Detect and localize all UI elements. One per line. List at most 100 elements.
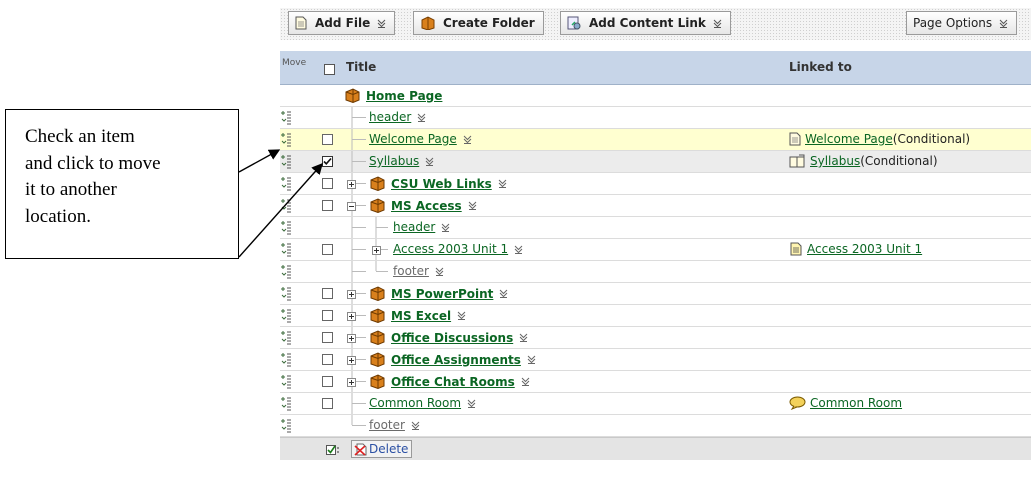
- link-icon: [567, 16, 581, 30]
- chevron-down-icon[interactable]: [514, 245, 523, 254]
- delete-button[interactable]: Delete: [351, 440, 413, 458]
- toolbar: Add File Create Folder Add Content Link …: [280, 8, 1031, 40]
- folder-icon: [369, 198, 386, 213]
- linked-item-link[interactable]: Access 2003 Unit 1: [807, 242, 922, 256]
- row-title-cell: header: [369, 110, 426, 124]
- chevron-down-icon[interactable]: [441, 223, 450, 232]
- row-title-link[interactable]: Common Room: [369, 396, 461, 410]
- callout-line: and click to move: [25, 152, 161, 174]
- page-icon: [789, 132, 801, 146]
- folder-row: MS Access: [280, 195, 1031, 217]
- row-title-link[interactable]: MS Access: [391, 199, 462, 213]
- chevron-down-icon[interactable]: [519, 333, 528, 342]
- arrow-to-move-handle: [238, 149, 281, 173]
- row-title-cell: Office Assignments: [369, 352, 536, 367]
- folder-icon: [344, 88, 361, 103]
- row-title-link[interactable]: header: [369, 110, 411, 124]
- row-title-link[interactable]: MS Excel: [391, 309, 451, 323]
- add-file-label: Add File: [315, 16, 371, 30]
- delete-icon: [354, 443, 367, 456]
- folder-row: CSU Web Links: [280, 173, 1031, 195]
- add-content-link-label: Add Content Link: [589, 16, 706, 30]
- syllabus-icon: [789, 154, 806, 168]
- folder-row: MS PowerPoint: [280, 283, 1031, 305]
- row-title-link[interactable]: header: [393, 220, 435, 234]
- linked-to-column-header: Linked to: [789, 60, 852, 74]
- row-title-link[interactable]: Syllabus: [369, 154, 419, 168]
- table-row: footer: [280, 415, 1031, 437]
- row-title-cell: MS Excel: [369, 308, 466, 323]
- create-folder-button[interactable]: Create Folder: [413, 11, 544, 35]
- add-file-button[interactable]: Add File: [288, 11, 396, 35]
- linked-condition: (Conditional): [892, 132, 971, 146]
- expand-icon[interactable]: [347, 288, 356, 302]
- expand-icon[interactable]: [347, 332, 356, 346]
- linked-item-link[interactable]: Common Room: [810, 396, 902, 410]
- chevron-down-icon[interactable]: [463, 135, 472, 144]
- grid-footer: Delete: [280, 437, 1031, 460]
- chevron-down-icon[interactable]: [425, 157, 434, 166]
- add-content-link-button[interactable]: Add Content Link: [560, 11, 731, 35]
- table-row: Access 2003 Unit 1 Access 2003 Unit 1: [280, 239, 1031, 261]
- linked-item-link[interactable]: Syllabus: [810, 154, 860, 168]
- chevron-down-icon[interactable]: [498, 179, 507, 188]
- select-all-checkbox[interactable]: [324, 64, 335, 78]
- chevron-down-icon[interactable]: [468, 201, 477, 210]
- folder-icon: [369, 308, 386, 323]
- row-title-cell: Access 2003 Unit 1: [393, 242, 523, 256]
- chevron-down-icon[interactable]: [417, 113, 426, 122]
- row-title-link[interactable]: footer: [393, 264, 429, 278]
- row-title-link[interactable]: CSU Web Links: [391, 177, 492, 191]
- chevron-down-icon[interactable]: [411, 421, 420, 430]
- row-title-cell: Common Room: [369, 396, 476, 410]
- folder-row: MS Excel: [280, 305, 1031, 327]
- chevron-down-icon[interactable]: [999, 19, 1008, 28]
- row-title-link[interactable]: footer: [369, 418, 405, 432]
- collapse-icon[interactable]: [347, 200, 356, 214]
- title-column-header: Title: [346, 60, 377, 74]
- row-title-cell: header: [393, 220, 450, 234]
- expand-icon[interactable]: [372, 244, 381, 258]
- folder-icon: [369, 374, 386, 389]
- row-title-link[interactable]: Office Discussions: [391, 331, 513, 345]
- row-title-link[interactable]: Home Page: [366, 89, 442, 103]
- linked-to-cell: Welcome Page (Conditional): [789, 132, 970, 146]
- chevron-down-icon[interactable]: [521, 377, 530, 386]
- delete-label: Delete: [369, 442, 409, 456]
- expand-icon[interactable]: [347, 354, 356, 368]
- linked-item-link[interactable]: Welcome Page: [805, 132, 893, 146]
- chevron-down-icon[interactable]: [527, 355, 536, 364]
- expand-icon[interactable]: [347, 376, 356, 390]
- expand-icon[interactable]: [347, 178, 356, 192]
- row-title-link[interactable]: MS PowerPoint: [391, 287, 493, 301]
- row-title-cell: MS PowerPoint: [369, 286, 508, 301]
- chevron-down-icon[interactable]: [713, 19, 722, 28]
- page-options-button[interactable]: Page Options: [906, 11, 1018, 35]
- check-all-icon[interactable]: [326, 444, 340, 459]
- chevron-down-icon[interactable]: [377, 19, 386, 28]
- chevron-down-icon[interactable]: [435, 267, 444, 276]
- table-row: header: [280, 217, 1031, 239]
- row-title-link[interactable]: Welcome Page: [369, 132, 457, 146]
- folder-row: Home Page: [280, 85, 1031, 107]
- table-row: footer: [280, 261, 1031, 283]
- expand-icon[interactable]: [347, 310, 356, 324]
- table-row: Welcome Page Welcome Page (Conditional): [280, 129, 1031, 151]
- row-title-link[interactable]: Office Chat Rooms: [391, 375, 515, 389]
- folder-row: Office Discussions: [280, 327, 1031, 349]
- folder-icon: [369, 286, 386, 301]
- chevron-down-icon[interactable]: [457, 311, 466, 320]
- row-title-cell: Syllabus: [369, 154, 434, 168]
- table-row: Syllabus Syllabus (Conditional): [280, 151, 1031, 173]
- row-title-link[interactable]: Office Assignments: [391, 353, 521, 367]
- row-title-link[interactable]: Access 2003 Unit 1: [393, 242, 508, 256]
- row-title-cell: MS Access: [369, 198, 477, 213]
- callout-line: Check an item: [25, 126, 135, 147]
- chevron-down-icon[interactable]: [467, 399, 476, 408]
- linked-to-cell: Common Room: [789, 396, 902, 410]
- row-title-cell: Office Chat Rooms: [369, 374, 530, 389]
- chevron-down-icon[interactable]: [499, 289, 508, 298]
- page-options-label: Page Options: [913, 16, 993, 30]
- row-title-cell: Office Discussions: [369, 330, 528, 345]
- linked-to-cell: Syllabus (Conditional): [789, 154, 938, 168]
